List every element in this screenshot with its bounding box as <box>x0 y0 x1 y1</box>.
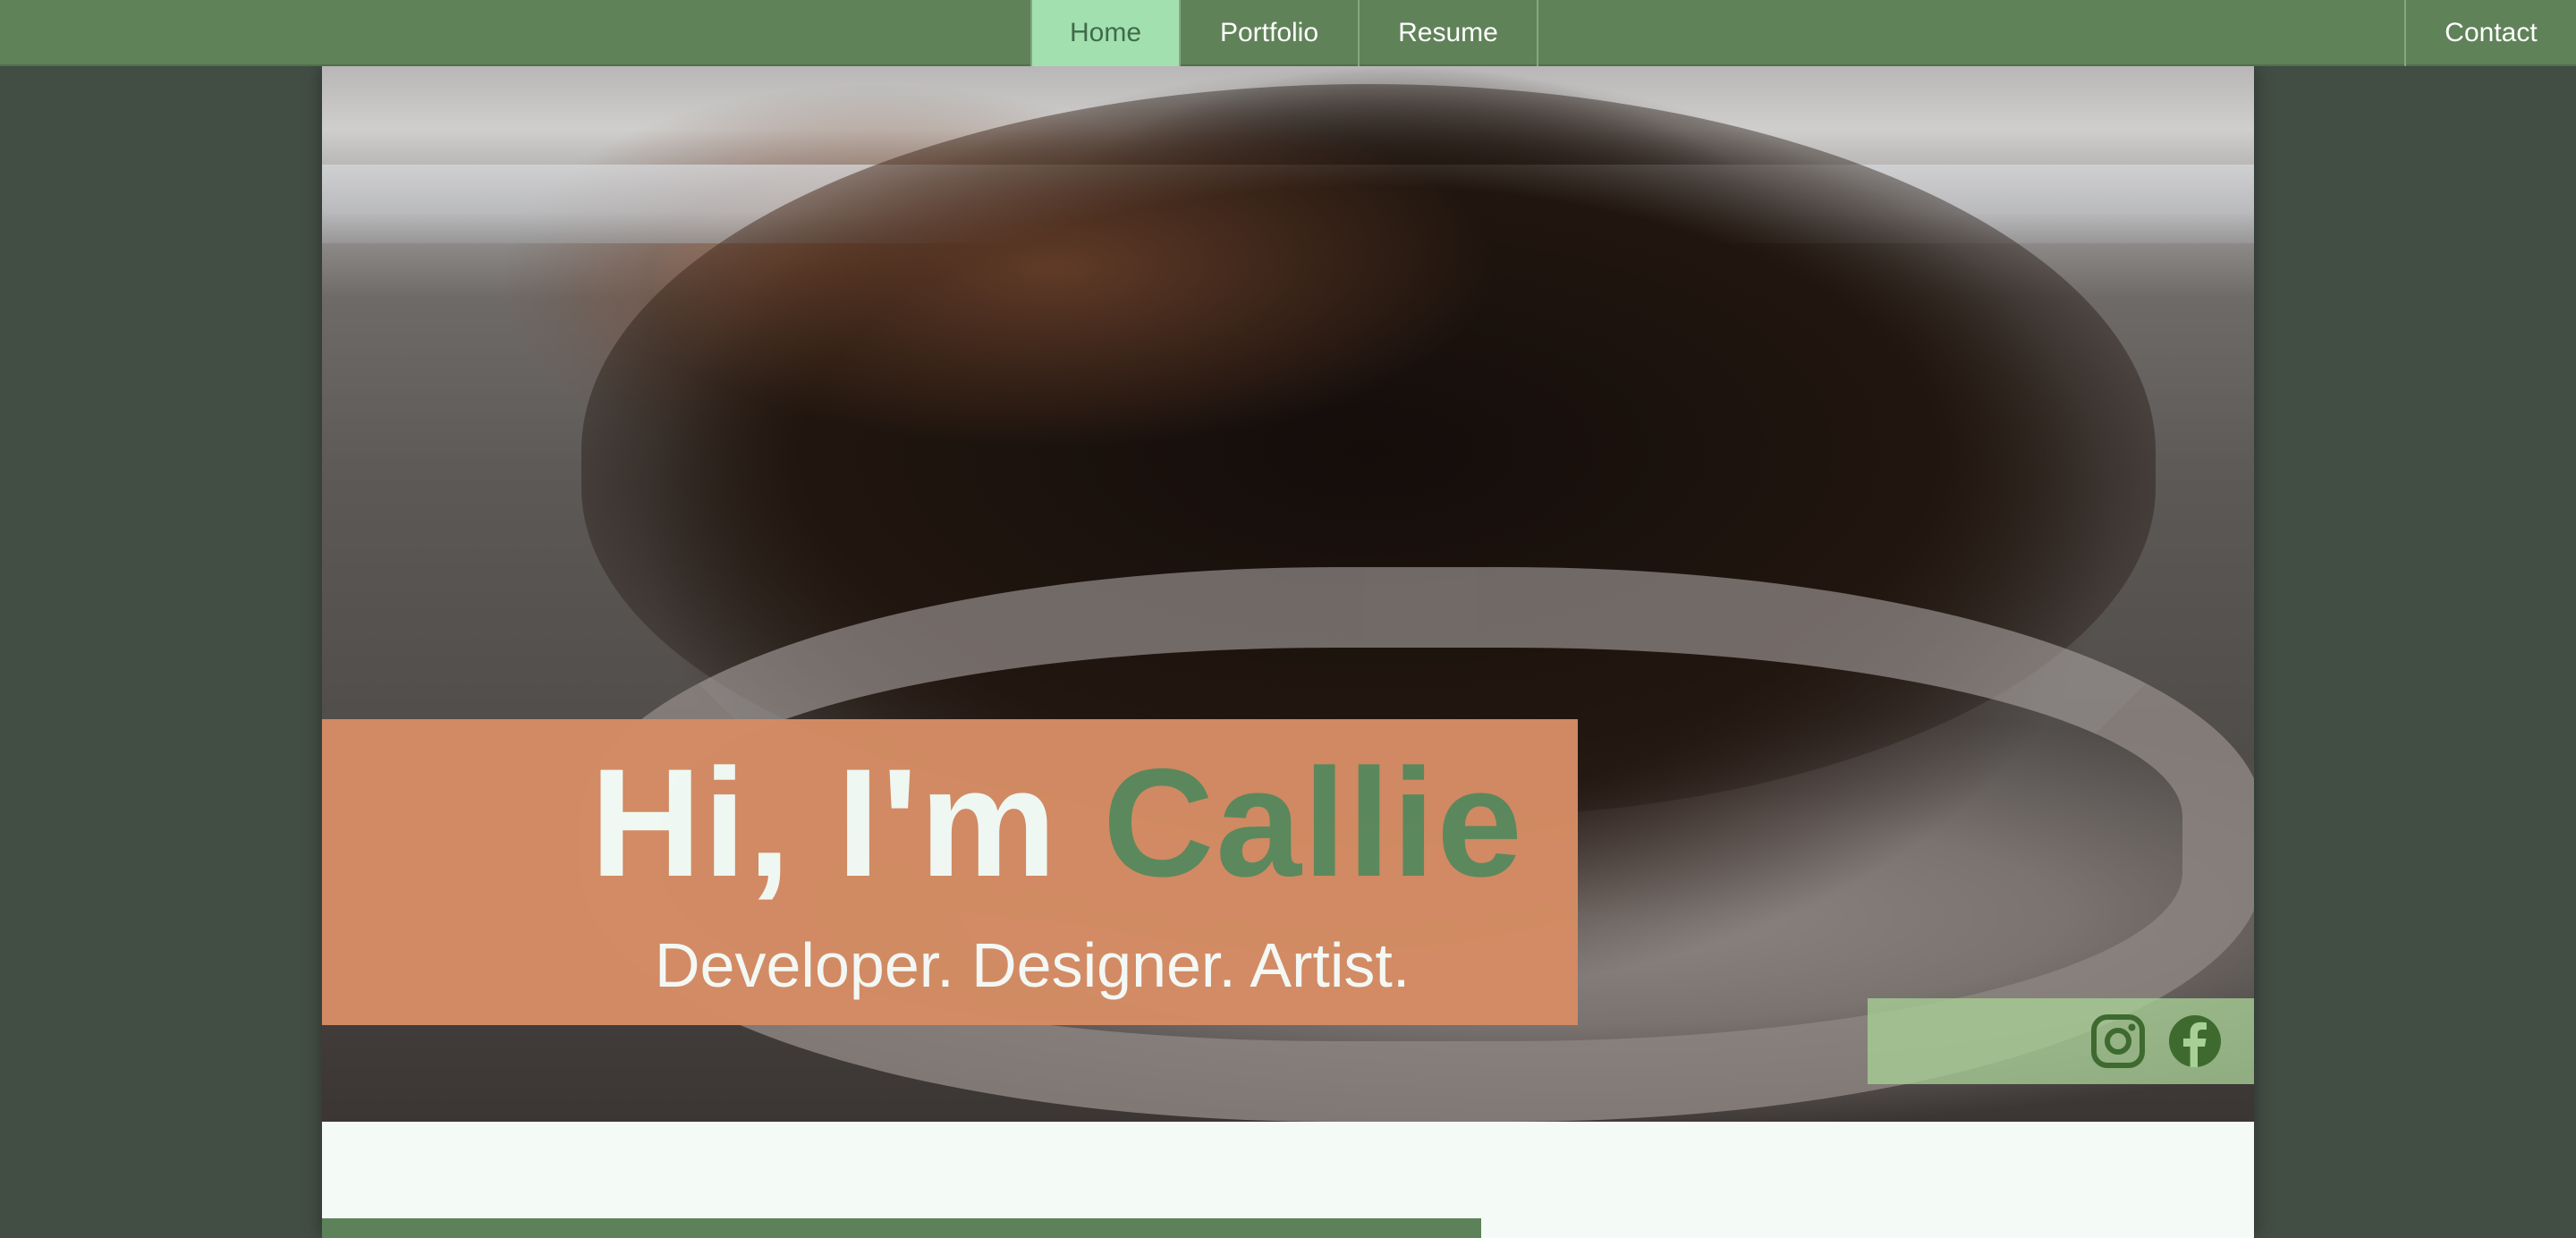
top-navigation-bar: Home Portfolio Resume Contact <box>0 0 2576 66</box>
social-links <box>1868 998 2254 1084</box>
nav-item-home[interactable]: Home <box>1030 0 1181 66</box>
nav-item-label: Portfolio <box>1219 18 1319 47</box>
nav-item-contact[interactable]: Contact <box>2404 0 2576 66</box>
nav-item-portfolio[interactable]: Portfolio <box>1181 0 1360 66</box>
nav-item-label: Resume <box>1398 18 1498 47</box>
greeting-title: Hi, I'm Callie <box>590 746 1524 900</box>
section-divider-bar <box>322 1218 1481 1238</box>
greeting-name: Callie <box>1103 737 1524 909</box>
facebook-icon[interactable] <box>2166 1013 2224 1070</box>
nav-item-label: Home <box>1069 18 1142 47</box>
greeting-tagline: Developer. Designer. Artist. <box>655 930 1411 1000</box>
main-content: Hi, I'm Callie Developer. Designer. Arti… <box>322 66 2254 1238</box>
instagram-icon[interactable] <box>2089 1013 2147 1070</box>
hero-banner-image: Hi, I'm Callie Developer. Designer. Arti… <box>322 66 2254 1122</box>
nav-links: Home Portfolio Resume <box>1030 0 1538 66</box>
greeting-prefix: Hi, I'm <box>590 737 1059 909</box>
greeting-box: Hi, I'm Callie Developer. Designer. Arti… <box>322 719 1578 1025</box>
nav-item-resume[interactable]: Resume <box>1360 0 1538 66</box>
nav-item-label: Contact <box>2445 18 2538 47</box>
